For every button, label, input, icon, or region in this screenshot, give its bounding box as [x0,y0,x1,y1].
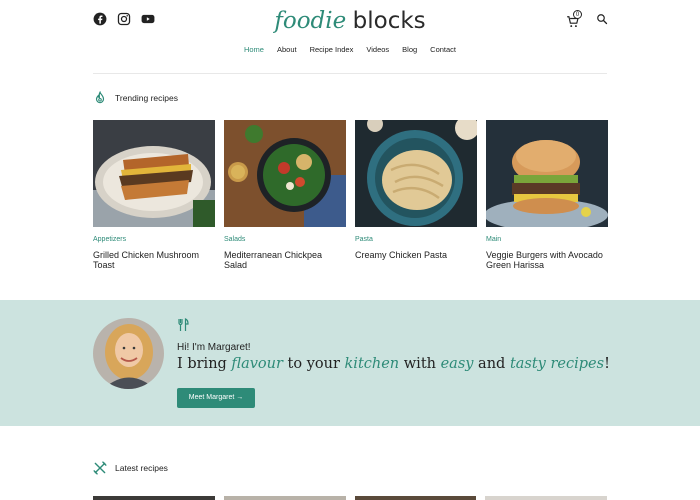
nav-blog[interactable]: Blog [402,45,417,54]
meet-author-button[interactable]: Meet Margaret → [177,388,255,408]
recipe-image[interactable] [224,120,346,227]
nav-contact[interactable]: Contact [430,45,456,54]
trending-cards: Appetizers Grilled Chicken Mushroom Toas… [93,120,608,270]
site-logo[interactable]: foodie blocks [0,6,700,35]
recipe-card[interactable]: Appetizers Grilled Chicken Mushroom Toas… [93,120,215,270]
nav-videos[interactable]: Videos [366,45,389,54]
latest-recipe-image[interactable] [223,496,346,500]
trending-heading-label: Trending recipes [115,93,178,103]
nav-recipe-index[interactable]: Recipe Index [310,45,354,54]
about-band: Hi! I'm Margaret! I bring flavour to you… [0,300,700,426]
recipe-title[interactable]: Veggie Burgers with Avocado Green Hariss… [486,250,608,270]
tagline-part: with [399,356,441,372]
latest-heading-label: Latest recipes [115,463,168,473]
latest-recipe-image[interactable] [485,496,607,500]
recipe-category[interactable]: Main [486,236,608,243]
trending-heading: Trending recipes [93,91,178,105]
cart-button[interactable]: 0 [566,10,584,28]
recipe-card[interactable]: Main Veggie Burgers with Avocado Green H… [486,120,608,270]
search-icon[interactable] [596,13,608,25]
recipe-card[interactable]: Pasta Creamy Chicken Pasta [355,120,477,270]
recipe-title[interactable]: Mediterranean Chickpea Salad [224,250,346,270]
cart-count-badge: 0 [573,10,582,19]
recipe-card[interactable]: Salads Mediterranean Chickpea Salad [224,120,346,270]
latest-recipe-image[interactable] [93,496,215,500]
tagline-highlight: easy [440,356,474,372]
site-header: foodie blocks 0 Home About Recipe Index … [0,0,700,74]
recipe-category[interactable]: Appetizers [93,236,215,243]
recipe-image[interactable] [486,120,608,227]
logo-foodie: foodie [274,8,347,34]
tagline-highlight: tasty recipes [509,356,605,372]
flame-icon [95,91,105,104]
utensils-icon [93,461,107,475]
tagline-part: to your [282,356,345,372]
tagline-part: I bring [177,356,232,372]
nav-about[interactable]: About [277,45,297,54]
recipe-title[interactable]: Grilled Chicken Mushroom Toast [93,250,215,270]
tagline-highlight: kitchen [344,356,400,372]
main-nav: Home About Recipe Index Videos Blog Cont… [0,45,700,54]
recipe-category[interactable]: Pasta [355,236,477,243]
recipe-image[interactable] [93,120,215,227]
latest-recipe-image[interactable] [354,496,477,500]
author-greeting: Hi! I'm Margaret! [177,342,251,353]
author-tagline: I bring flavour to your kitchen with eas… [177,356,610,372]
fork-knife-icon [178,318,189,331]
logo-blocks: blocks [352,8,426,34]
tagline-part: and [473,356,510,372]
tagline-highlight: flavour [231,356,283,372]
header-divider [93,73,607,74]
latest-heading: Latest recipes [93,461,168,475]
recipe-category[interactable]: Salads [224,236,346,243]
author-avatar [93,318,164,389]
recipe-image[interactable] [355,120,477,227]
recipe-title[interactable]: Creamy Chicken Pasta [355,250,477,260]
tagline-part: ! [604,356,610,372]
latest-cards [93,496,607,500]
nav-home[interactable]: Home [244,45,264,54]
